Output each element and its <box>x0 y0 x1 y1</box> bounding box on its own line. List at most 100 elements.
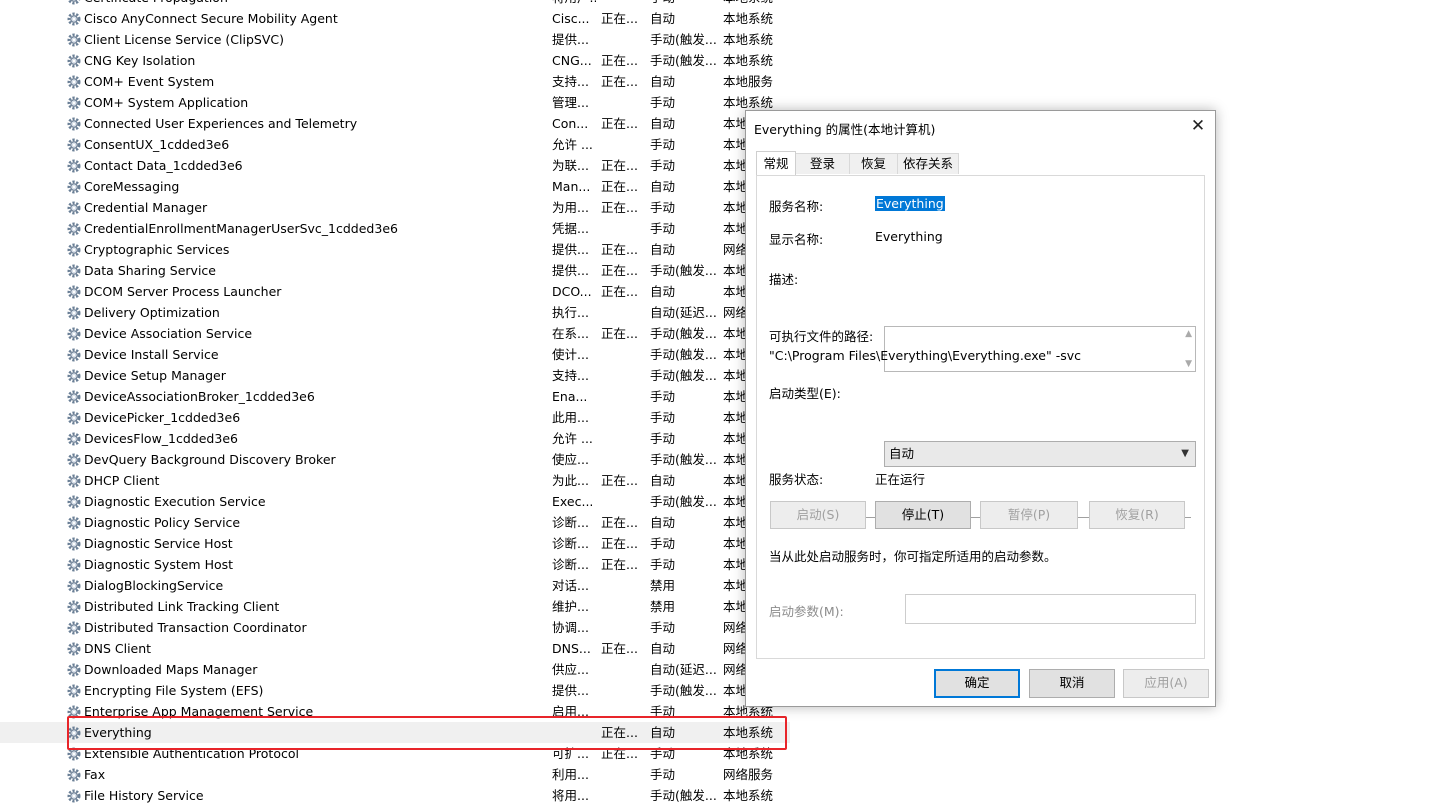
table-row[interactable]: Device Setup Manager支持...手动(触发...本地系统 <box>0 365 790 386</box>
table-row[interactable]: Encrypting File System (EFS) 提供... 手动(触发..… <box>0 680 790 701</box>
table-row[interactable]: CNG Key Isolation CNG... 正在... 手动(触发... 本地系统 <box>0 50 790 71</box>
pause-button[interactable]: 暂停(P) <box>980 501 1078 529</box>
table-row[interactable]: Delivery Optimization执行...自动(延迟...网络服务 <box>0 302 790 323</box>
table-row[interactable]: Device Association Service 在系... 正在... 手动(触… <box>0 323 790 344</box>
service-desc-cell: 协调... <box>552 620 589 635</box>
stop-button[interactable]: 停止(T) <box>875 501 971 529</box>
service-desc-cell: 允许 ... <box>552 431 593 446</box>
service-status-cell: 正在... <box>601 284 638 299</box>
service-startup-cell: 手动 <box>650 137 676 152</box>
table-row[interactable]: File History Service 将用... 手动(触发... 本地系统 <box>0 785 790 806</box>
service-startup-cell: 手动(触发... <box>650 347 717 362</box>
startup-type-select[interactable]: 自动 ▼ <box>884 441 1196 467</box>
table-row[interactable]: DNS ClientDNS...正在...自动网络服务 <box>0 638 790 659</box>
service-status-cell: 正在... <box>601 200 638 215</box>
service-startup-cell: 手动 <box>650 620 676 635</box>
service-status-cell: 正在... <box>601 242 638 257</box>
service-desc-cell: 提供... <box>552 32 589 47</box>
table-row[interactable]: DevicePicker_1cdded3e6此用...手动本地系统 <box>0 407 790 428</box>
table-row[interactable]: Client License Service (ClipSVC) 提供... 手动(… <box>0 29 790 50</box>
service-name-cell: COM+ System Application <box>84 95 249 110</box>
table-row[interactable]: DevicesFlow_1cdded3e6允许 ...手动本地系统 <box>0 428 790 449</box>
table-row[interactable]: Enterprise App Management Service 启用... 手动… <box>0 701 790 722</box>
service-name-cell: Data Sharing Service <box>84 263 216 278</box>
close-icon[interactable]: ✕ <box>1181 111 1215 141</box>
service-name-cell: Diagnostic Service Host <box>84 536 233 551</box>
service-status-cell: 正在... <box>601 725 638 740</box>
table-row[interactable]: Diagnostic Execution Service Exec... 手动(触发… <box>0 491 790 512</box>
service-status-cell: 正在... <box>601 326 638 341</box>
service-desc-cell: 可扩... <box>552 746 589 761</box>
start-button[interactable]: 启动(S) <box>770 501 866 529</box>
service-startup-cell: 手动 <box>650 704 676 719</box>
table-row[interactable]: Credential Manager为用...正在...手动本地系统 <box>0 197 790 218</box>
table-row[interactable]: DCOM Server Process Launcher DCO... 正在... 自… <box>0 281 790 302</box>
table-row[interactable]: Contact Data_1cdded3e6为联...正在...手动本地系统 <box>0 155 790 176</box>
table-row[interactable]: Distributed Link Tracking Client维护...禁用本… <box>0 596 790 617</box>
service-name-cell: DHCP Client <box>84 473 160 488</box>
scroll-down-icon[interactable]: ▼ <box>1185 359 1192 369</box>
tab-general[interactable]: 常规 <box>756 151 796 175</box>
table-row[interactable]: CoreMessagingMan...正在...自动本地服务 <box>0 176 790 197</box>
table-row[interactable]: COM+ System Application 管理... 手动 本地系统 <box>0 92 790 113</box>
service-name-cell: DevicePicker_1cdded3e6 <box>84 410 241 425</box>
table-row[interactable]: DHCP Client为此...正在...自动本地服务 <box>0 470 790 491</box>
table-row[interactable]: CredentialEnrollmentManagerUserSvc_1cdde… <box>0 218 790 239</box>
table-row[interactable]: Data Sharing Service提供...正在...手动(触发...本地… <box>0 260 790 281</box>
tab-logon[interactable]: 登录 <box>795 153 850 174</box>
table-row[interactable]: Device Install Service使计...手动(触发...本地系统 <box>0 344 790 365</box>
service-desc-cell: 提供... <box>552 683 589 698</box>
service-desc-cell: 允许 ... <box>552 137 593 152</box>
table-row[interactable]: COM+ Event System 支持... 正在... 自动 本地服务 <box>0 71 790 92</box>
gear-icon <box>66 578 82 594</box>
table-row[interactable]: Connected User Experiences and Telemetry… <box>0 113 790 134</box>
table-row[interactable]: ConsentUX_1cdded3e6允许 ...手动本地系统 <box>0 134 790 155</box>
table-row[interactable]: Diagnostic System Host诊断...正在...手动本地系统 <box>0 554 790 575</box>
gear-icon <box>66 599 82 615</box>
table-row[interactable]: Diagnostic Service Host诊断...正在...手动本地服务 <box>0 533 790 554</box>
scroll-up-icon[interactable]: ▲ <box>1185 329 1192 339</box>
service-desc-cell: Con... <box>552 116 589 131</box>
resume-button[interactable]: 恢复(R) <box>1089 501 1185 529</box>
table-row[interactable]: Downloaded Maps Manager供应...自动(延迟...网络服务 <box>0 659 790 680</box>
service-desc-cell: 维护... <box>552 599 589 614</box>
service-name-cell: Credential Manager <box>84 200 208 215</box>
service-status-cell: 正在... <box>601 263 638 278</box>
service-startup-cell: 自动 <box>650 725 676 740</box>
table-row[interactable]: Fax 利用... 手动 网络服务 <box>0 764 790 785</box>
table-row[interactable]: DialogBlockingService对话...禁用本地系统 <box>0 575 790 596</box>
description-label: 描述: <box>769 272 799 287</box>
table-row[interactable]: Cisco AnyConnect Secure Mobility Agent Ci… <box>0 8 790 29</box>
table-row[interactable]: Cryptographic Services提供...正在...自动网络服务 <box>0 239 790 260</box>
service-startup-cell: 手动(触发... <box>650 53 717 68</box>
table-row[interactable]: DeviceAssociationBroker_1cdded3e6 Ena... 手… <box>0 386 790 407</box>
service-status-cell: 正在... <box>601 116 638 131</box>
gear-icon <box>66 158 82 174</box>
table-row[interactable]: Extensible Authentication Protocol 可扩... 正… <box>0 743 790 764</box>
apply-button[interactable]: 应用(A) <box>1123 669 1209 698</box>
table-row[interactable]: Certificate Propagation 将用户... 手动本地系统 <box>0 0 790 8</box>
table-row[interactable]: Diagnostic Policy Service诊断...正在...自动本地服… <box>0 512 790 533</box>
gear-icon <box>66 347 82 363</box>
table-row[interactable]: Distributed Transaction Coordinator 协调...… <box>0 617 790 638</box>
table-row[interactable]: DevQuery Background Discovery Broker 使应..… <box>0 449 790 470</box>
gear-icon <box>66 788 82 804</box>
table-row[interactable]: Everything 正在... 自动 本地系统 <box>0 722 790 743</box>
cancel-button[interactable]: 取消 <box>1029 669 1115 698</box>
ok-button[interactable]: 确定 <box>934 669 1020 698</box>
service-startup-cell: 手动(触发... <box>650 263 717 278</box>
service-startup-cell: 手动(触发... <box>650 326 717 341</box>
service-startup-cell: 手动 <box>650 0 720 8</box>
service-desc-cell: 提供... <box>552 263 589 278</box>
display-name-value[interactable]: Everything <box>875 229 943 244</box>
gear-icon <box>66 641 82 657</box>
tab-dependencies[interactable]: 依存关系 <box>897 153 959 174</box>
service-startup-cell: 手动 <box>650 158 676 173</box>
start-params-input[interactable] <box>905 594 1196 624</box>
service-desc-cell: 为联... <box>552 158 589 173</box>
service-desc-cell: 使计... <box>552 347 589 362</box>
tab-recovery[interactable]: 恢复 <box>849 153 898 174</box>
service-name-cell: Device Install Service <box>84 347 219 362</box>
service-name-value[interactable]: Everything <box>875 196 945 211</box>
service-name-cell: DCOM Server Process Launcher <box>84 284 282 299</box>
